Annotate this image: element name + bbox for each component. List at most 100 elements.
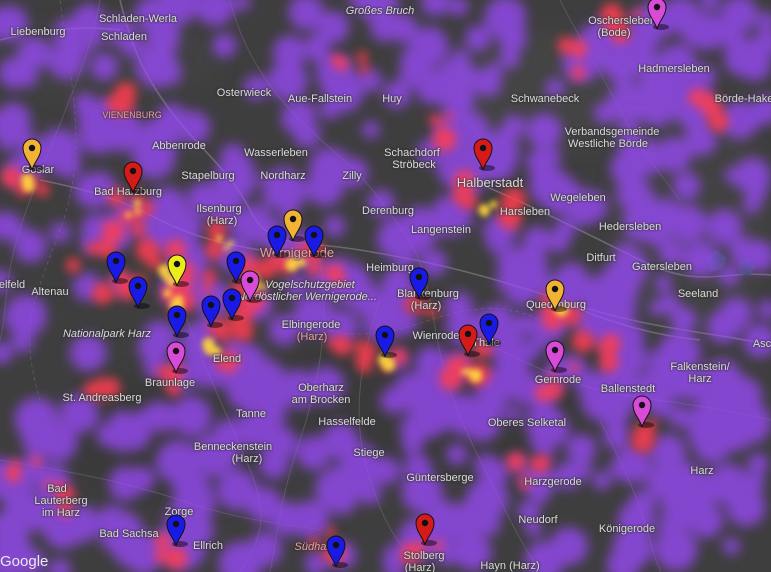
place-label: Liebenburg — [10, 26, 66, 38]
place-label: Benneckenstein — [193, 441, 273, 453]
map-pin-icon — [22, 138, 44, 171]
map-pin-icon — [267, 225, 289, 258]
place-label: Huy — [382, 93, 402, 105]
place-label: (Harz) — [296, 331, 328, 343]
place-label: Wienrode — [412, 330, 460, 342]
place-label: Ellrich — [193, 540, 223, 552]
place-label: Hedersleben — [598, 221, 662, 233]
place-label: Oberes Selketal — [487, 417, 567, 429]
map-pin-icon — [201, 295, 223, 328]
place-label: Harsleben — [499, 206, 551, 218]
map-pin-icon — [304, 225, 326, 258]
place-label: Falkenstein/ — [670, 361, 730, 373]
place-label: Königerode — [598, 523, 656, 535]
google-logo: Google — [0, 553, 49, 570]
place-label: Hasselfelde — [318, 416, 376, 428]
map-pin-icon — [473, 138, 495, 171]
place-label: Langenstein — [411, 224, 471, 236]
place-label: Halberstadt — [456, 175, 524, 190]
map-marker-red[interactable] — [471, 135, 495, 171]
map-marker-orange[interactable] — [20, 135, 44, 171]
place-label: Schachdorf — [384, 147, 440, 159]
place-label: Aue-Fallstein — [287, 93, 353, 105]
map-marker-blue[interactable] — [477, 310, 501, 346]
map-pin-icon — [632, 395, 654, 428]
heatmap-map[interactable]: Schladen-Werla Großes Bruch Oschersleben (B… — [0, 0, 771, 572]
place-label: Westliche Börde — [568, 138, 648, 150]
place-label: Gernrode — [534, 374, 582, 386]
map-pin-icon — [647, 0, 669, 30]
place-label: (Harz) — [410, 300, 442, 312]
place-label: Seeland — [677, 288, 719, 300]
map-marker-blue[interactable] — [220, 285, 244, 321]
place-label: Gatersleben — [632, 261, 692, 273]
map-pin-icon — [458, 324, 480, 357]
place-label: Bad Sachsa — [99, 528, 159, 540]
heatmap-layer — [0, 0, 771, 572]
map-pin-icon — [409, 267, 431, 300]
place-label: Schladen-Werla — [98, 13, 178, 25]
map-marker-magenta[interactable] — [645, 0, 669, 30]
place-label: Ditfurt — [586, 252, 616, 264]
place-label: Lauterberg — [34, 495, 88, 507]
place-label: Börde-Hake — [714, 93, 771, 105]
place-label: Nordharz — [260, 170, 306, 182]
place-label: Harz — [690, 465, 714, 477]
map-pin-icon — [326, 535, 348, 568]
place-label: Schladen — [101, 31, 147, 43]
map-pin-icon — [375, 325, 397, 358]
place-label: Nationalpark Harz — [62, 328, 152, 340]
map-pin-icon — [167, 305, 189, 338]
map-pin-icon — [167, 254, 189, 287]
place-label: am Brocken — [291, 394, 351, 406]
map-marker-magenta[interactable] — [630, 392, 654, 428]
map-marker-blue[interactable] — [164, 511, 188, 547]
place-label: Wasserleben — [244, 147, 308, 159]
place-label: Bad — [47, 483, 67, 495]
map-marker-blue[interactable] — [302, 222, 326, 258]
place-label: Wegeleben — [550, 192, 606, 204]
map-marker-orange[interactable] — [543, 276, 567, 312]
place-label: Tanne — [236, 408, 266, 420]
map-marker-magenta[interactable] — [164, 338, 188, 374]
place-label: Stiege — [353, 447, 385, 459]
map-marker-blue[interactable] — [104, 248, 128, 284]
map-marker-magenta[interactable] — [543, 337, 567, 373]
place-label: Stapelburg — [181, 170, 235, 182]
place-label: (Harz) — [231, 453, 263, 465]
place-label: Elbingerode — [281, 319, 341, 331]
place-label: Zilly — [342, 170, 362, 182]
place-label: Elend — [212, 353, 242, 365]
map-marker-blue[interactable] — [407, 264, 431, 300]
place-label: Oberharz — [298, 382, 344, 394]
place-label: Verbandsgemeinde — [564, 126, 660, 138]
place-label: (Bode) — [597, 27, 631, 39]
map-marker-yellow[interactable] — [165, 251, 189, 287]
map-marker-blue[interactable] — [265, 222, 289, 258]
place-label: Harz — [688, 373, 712, 385]
place-label: St. Andreasberg — [62, 392, 142, 404]
map-marker-blue[interactable] — [373, 322, 397, 358]
map-marker-blue[interactable] — [126, 273, 150, 309]
place-label: Asc — [752, 338, 771, 350]
map-marker-blue[interactable] — [165, 302, 189, 338]
place-label: Stolberg — [403, 550, 445, 562]
place-label: Hayn (Harz) — [480, 560, 540, 572]
map-marker-red[interactable] — [121, 158, 145, 194]
place-label: Abbenrode — [152, 140, 206, 152]
place-label: Ströbeck — [392, 159, 436, 171]
map-pin-icon — [545, 340, 567, 373]
place-label: (Harz) — [206, 215, 238, 227]
place-label: Osterwieck — [216, 87, 272, 99]
map-marker-red[interactable] — [413, 510, 437, 546]
map-pin-icon — [222, 288, 244, 321]
place-label: im Harz — [42, 507, 80, 519]
place-label: Harzgerode — [524, 476, 582, 488]
map-marker-red[interactable] — [456, 321, 480, 357]
map-marker-blue[interactable] — [199, 292, 223, 328]
map-pin-icon — [479, 313, 501, 346]
place-label: Schwanebeck — [510, 93, 580, 105]
place-label: Braunlage — [144, 377, 196, 389]
map-marker-blue[interactable] — [324, 532, 348, 568]
map-pin-icon — [545, 279, 567, 312]
